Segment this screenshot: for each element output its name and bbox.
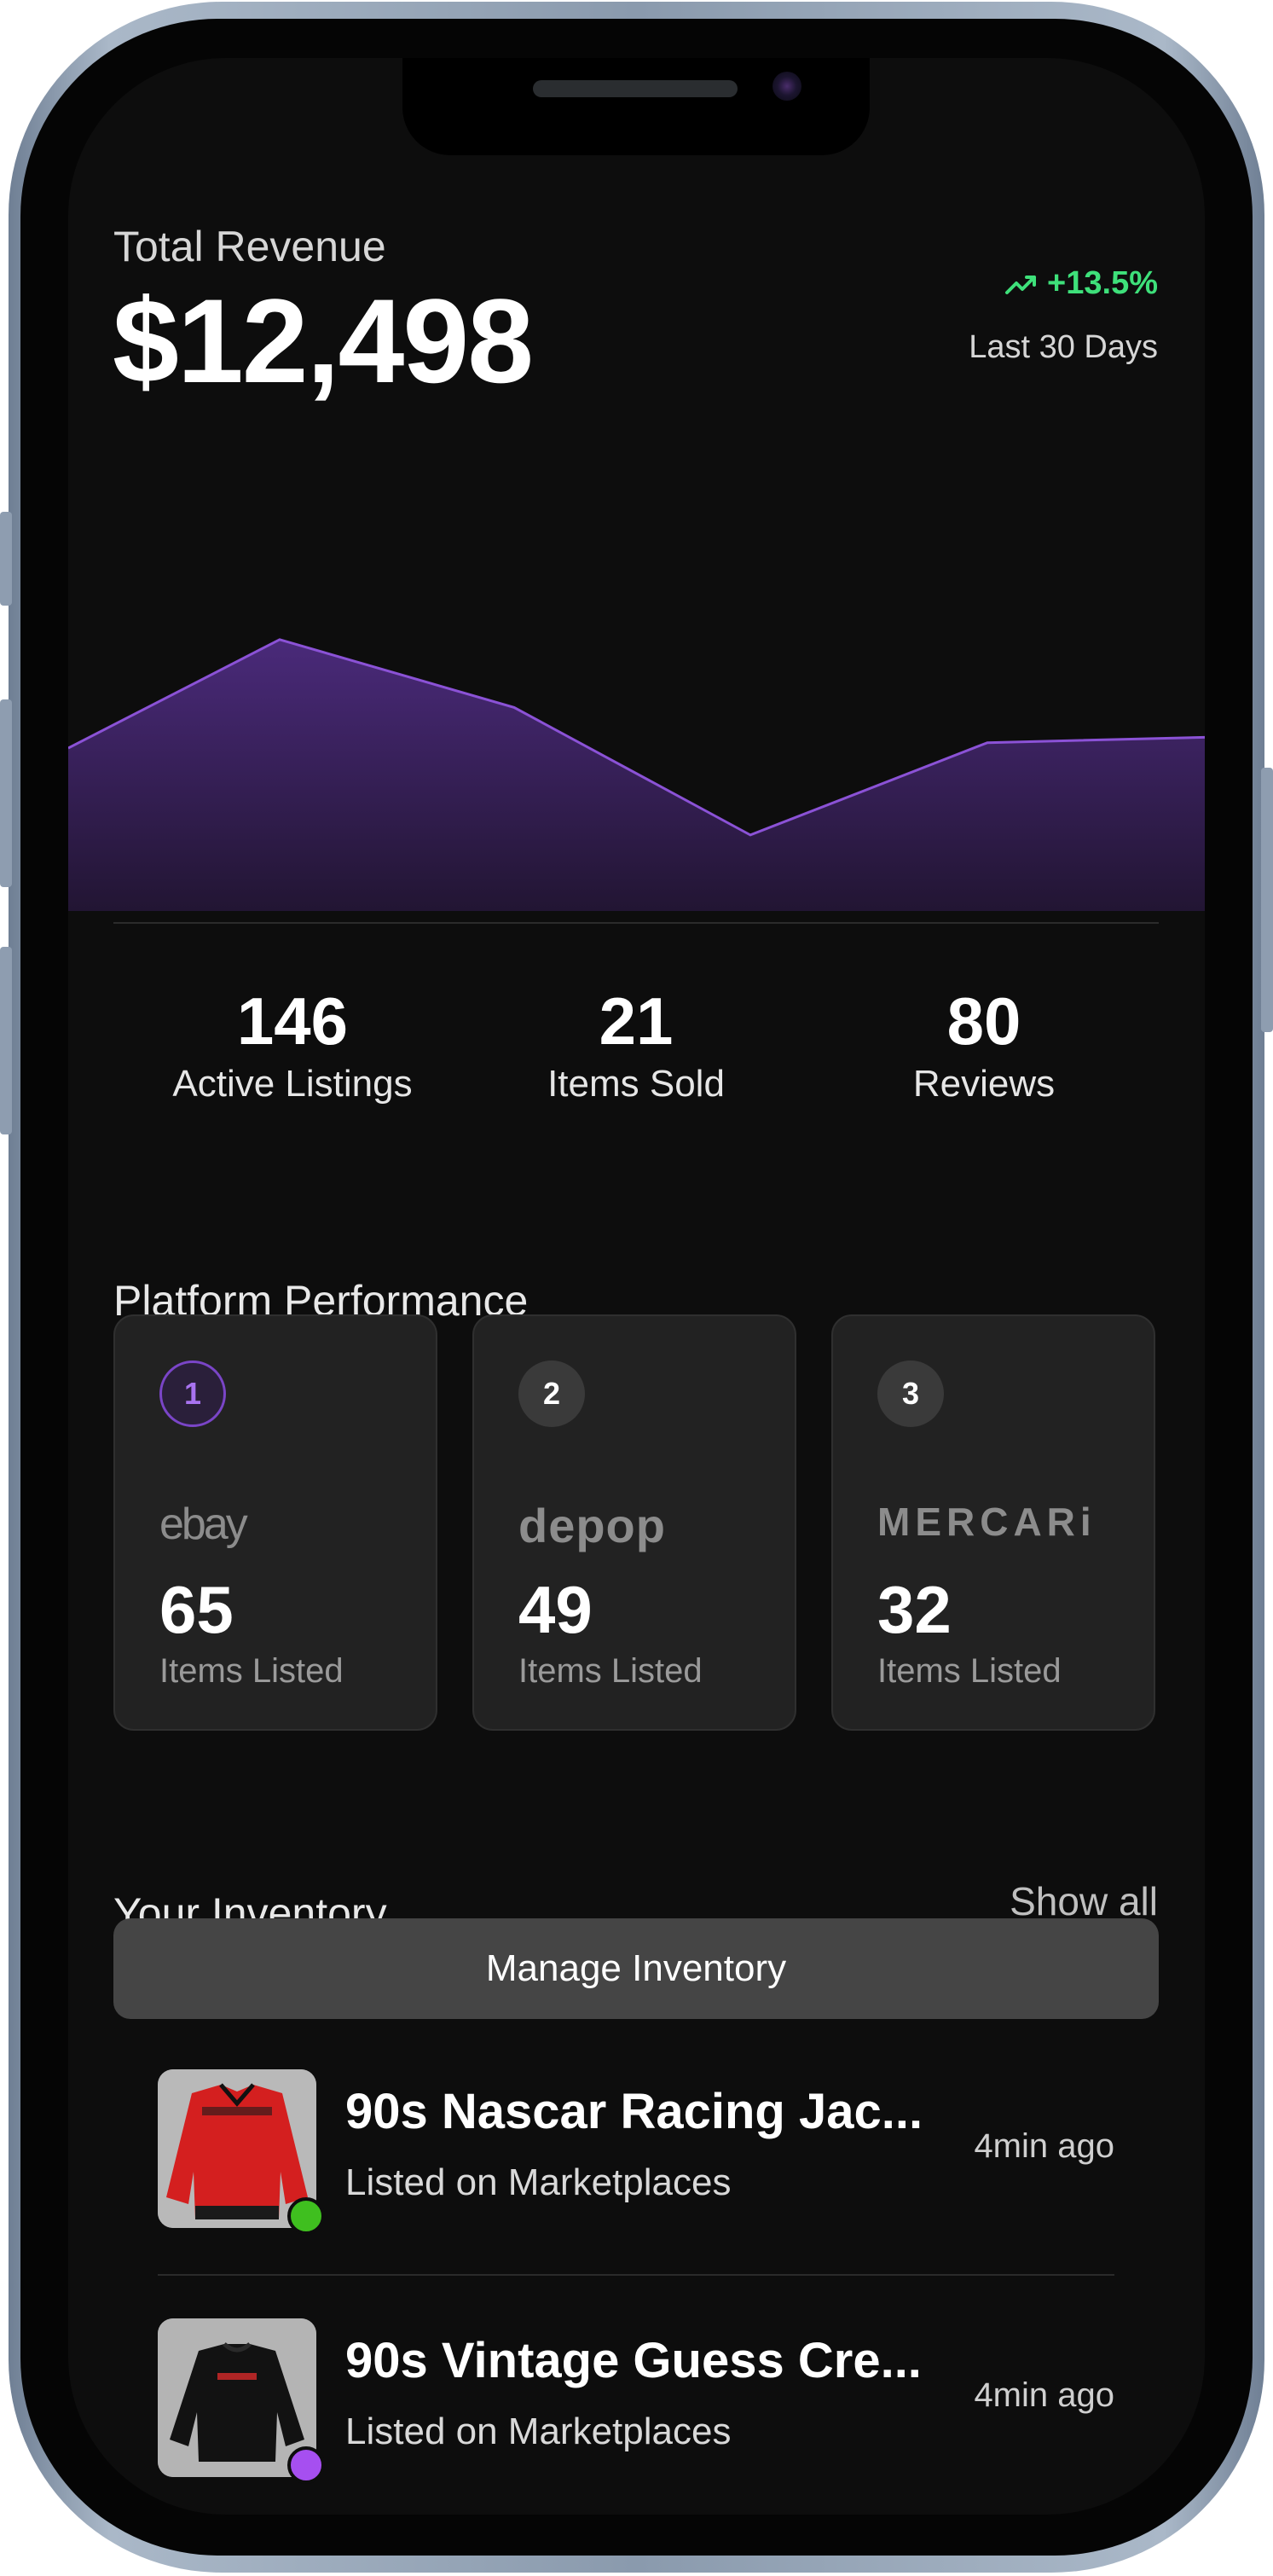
item-subtitle: Listed on Marketplaces <box>345 2161 732 2203</box>
ebay-logo: ebay <box>159 1500 248 1549</box>
earpiece-speaker <box>533 80 738 97</box>
platform-card-ebay[interactable]: 1 ebay 65 Items Listed <box>113 1314 437 1731</box>
stat-items-sold: 21 Items Sold <box>466 988 807 1105</box>
item-title: 90s Vintage Guess Cre... <box>345 2333 922 2388</box>
power-button <box>1261 768 1273 1032</box>
mercari-logo: MERCARi <box>877 1500 1097 1544</box>
volume-down-button <box>0 947 12 1134</box>
manage-inventory-button[interactable]: Manage Inventory <box>113 1918 1159 2019</box>
items-count: 32 <box>877 1572 952 1647</box>
stat-label: Reviews <box>912 1063 1056 1105</box>
items-label: Items Listed <box>159 1652 344 1690</box>
chart-area-fill <box>68 639 1205 911</box>
platform-card-depop[interactable]: 2 depop 49 Items Listed <box>472 1314 796 1731</box>
rank-badge: 2 <box>518 1361 585 1427</box>
item-subtitle: Listed on Marketplaces <box>345 2411 732 2452</box>
inventory-item[interactable]: 90s Vintage Guess Cre... Listed on Marke… <box>158 2318 1114 2484</box>
change-percent: +13.5% <box>1047 265 1158 301</box>
stat-active-listings: 146 Active Listings <box>122 988 463 1105</box>
revenue-label: Total Revenue <box>113 223 386 270</box>
revenue-chart <box>68 638 1205 911</box>
stat-value: 80 <box>946 983 1021 1059</box>
items-label: Items Listed <box>877 1652 1062 1690</box>
stat-label: Items Sold <box>547 1063 725 1105</box>
status-indicator-dot <box>287 2446 325 2484</box>
depop-logo: depop <box>518 1499 666 1552</box>
period-label: Last 30 Days <box>969 329 1158 365</box>
items-count: 65 <box>159 1572 234 1647</box>
status-indicator-dot <box>287 2197 325 2235</box>
stat-reviews: 80 Reviews <box>813 988 1154 1105</box>
item-timestamp: 4min ago <box>974 2127 1114 2165</box>
items-count: 49 <box>518 1572 593 1647</box>
volume-up-button <box>0 699 12 887</box>
revenue-value: $12,498 <box>113 274 534 408</box>
stat-value: 21 <box>599 983 674 1059</box>
item-title: 90s Nascar Racing Jac... <box>345 2084 923 2139</box>
stat-value: 146 <box>236 983 349 1059</box>
list-divider <box>158 2274 1114 2276</box>
platform-card-mercari[interactable]: 3 MERCARi 32 Items Listed <box>831 1314 1155 1731</box>
items-label: Items Listed <box>518 1652 703 1690</box>
rank-badge: 3 <box>877 1361 944 1427</box>
front-camera-icon <box>772 72 801 101</box>
section-divider <box>113 922 1159 924</box>
revenue-change: +13.5% <box>1004 265 1158 302</box>
app-screen: Total Revenue $12,498 +13.5% Last 30 Day… <box>68 58 1205 2515</box>
rank-badge: 1 <box>159 1361 226 1427</box>
trending-up-icon <box>1005 275 1037 294</box>
inventory-item[interactable]: 90s Nascar Racing Jac... Listed on Marke… <box>158 2069 1114 2235</box>
notch <box>402 58 870 155</box>
silent-switch <box>0 512 12 606</box>
show-all-link[interactable]: Show all <box>1010 1878 1158 1924</box>
item-timestamp: 4min ago <box>974 2376 1114 2414</box>
stat-label: Active Listings <box>172 1063 413 1105</box>
